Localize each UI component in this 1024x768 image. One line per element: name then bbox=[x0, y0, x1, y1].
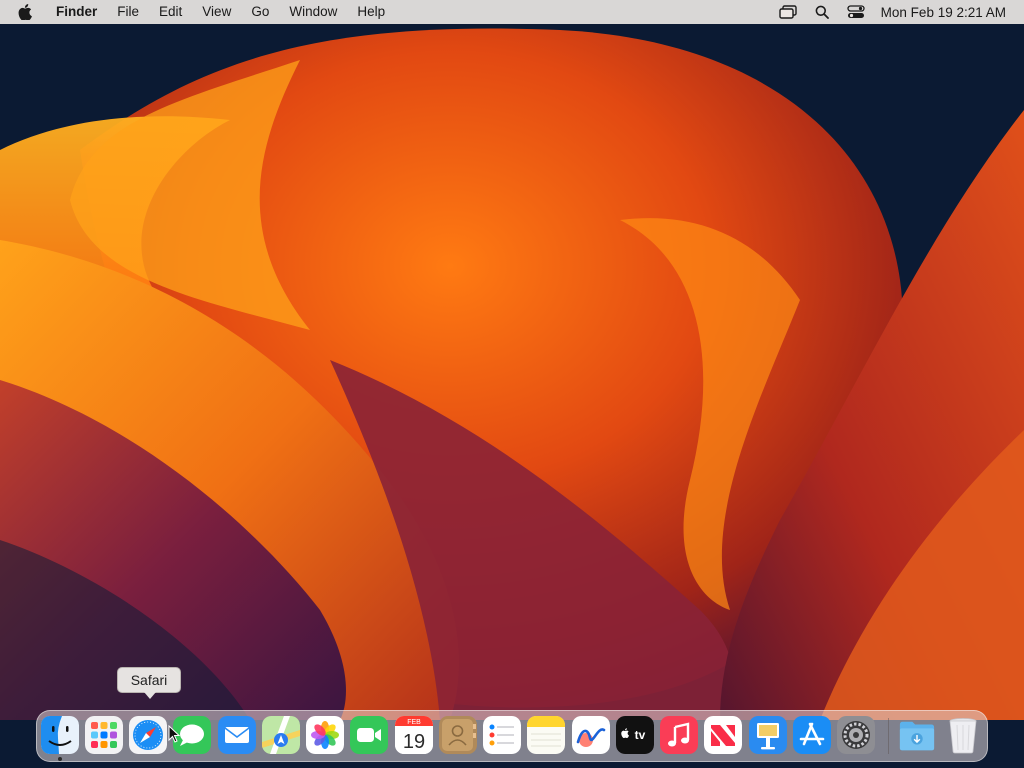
menu-help[interactable]: Help bbox=[347, 0, 395, 24]
safari-icon[interactable] bbox=[129, 716, 167, 754]
calendar-month: FEB bbox=[407, 719, 421, 726]
menu-edit[interactable]: Edit bbox=[149, 0, 192, 24]
menu-bar: Finder File Edit View Go Window Help Mon… bbox=[0, 0, 1024, 24]
desktop-wallpaper bbox=[0, 0, 1024, 768]
menu-app-name[interactable]: Finder bbox=[46, 0, 107, 24]
reminders-icon[interactable] bbox=[483, 716, 521, 754]
calendar-icon[interactable]: FEB 19 bbox=[395, 716, 433, 754]
mouse-cursor-icon bbox=[168, 724, 181, 748]
menu-file[interactable]: File bbox=[107, 0, 149, 24]
photos-icon[interactable] bbox=[306, 716, 344, 754]
downloads-folder-icon[interactable] bbox=[898, 716, 936, 754]
maps-icon[interactable] bbox=[262, 716, 300, 754]
calendar-day: 19 bbox=[403, 731, 425, 753]
launchpad-icon[interactable] bbox=[85, 716, 123, 754]
finder-icon[interactable] bbox=[41, 716, 79, 754]
dock-tooltip: Safari bbox=[117, 667, 181, 699]
menu-view[interactable]: View bbox=[192, 0, 241, 24]
mail-icon[interactable] bbox=[218, 716, 256, 754]
wallpaper-graphic bbox=[0, 0, 1024, 768]
search-icon[interactable] bbox=[805, 0, 839, 24]
contacts-icon[interactable] bbox=[439, 716, 477, 754]
apple-tv-icon[interactable]: tv bbox=[616, 716, 654, 754]
screen-mirroring-icon[interactable] bbox=[771, 0, 805, 24]
menubar-status-area: Mon Feb 19 2:21 AM bbox=[771, 0, 1024, 24]
news-icon[interactable] bbox=[704, 716, 742, 754]
app-store-icon[interactable] bbox=[793, 716, 831, 754]
control-center-icon[interactable] bbox=[839, 0, 873, 24]
finder-running-indicator bbox=[58, 757, 62, 761]
freeform-icon[interactable] bbox=[572, 716, 610, 754]
menubar-clock[interactable]: Mon Feb 19 2:21 AM bbox=[873, 5, 1024, 20]
system-settings-icon[interactable] bbox=[837, 716, 875, 754]
facetime-icon[interactable] bbox=[350, 716, 388, 754]
trash-icon[interactable] bbox=[946, 716, 980, 754]
notes-icon[interactable] bbox=[527, 716, 565, 754]
menu-window[interactable]: Window bbox=[279, 0, 347, 24]
apple-tv-label: tv bbox=[635, 728, 646, 742]
menu-go[interactable]: Go bbox=[241, 0, 279, 24]
apple-logo-icon[interactable] bbox=[18, 3, 34, 21]
music-icon[interactable] bbox=[660, 716, 698, 754]
keynote-icon[interactable] bbox=[749, 716, 787, 754]
dock-divider bbox=[888, 718, 889, 754]
